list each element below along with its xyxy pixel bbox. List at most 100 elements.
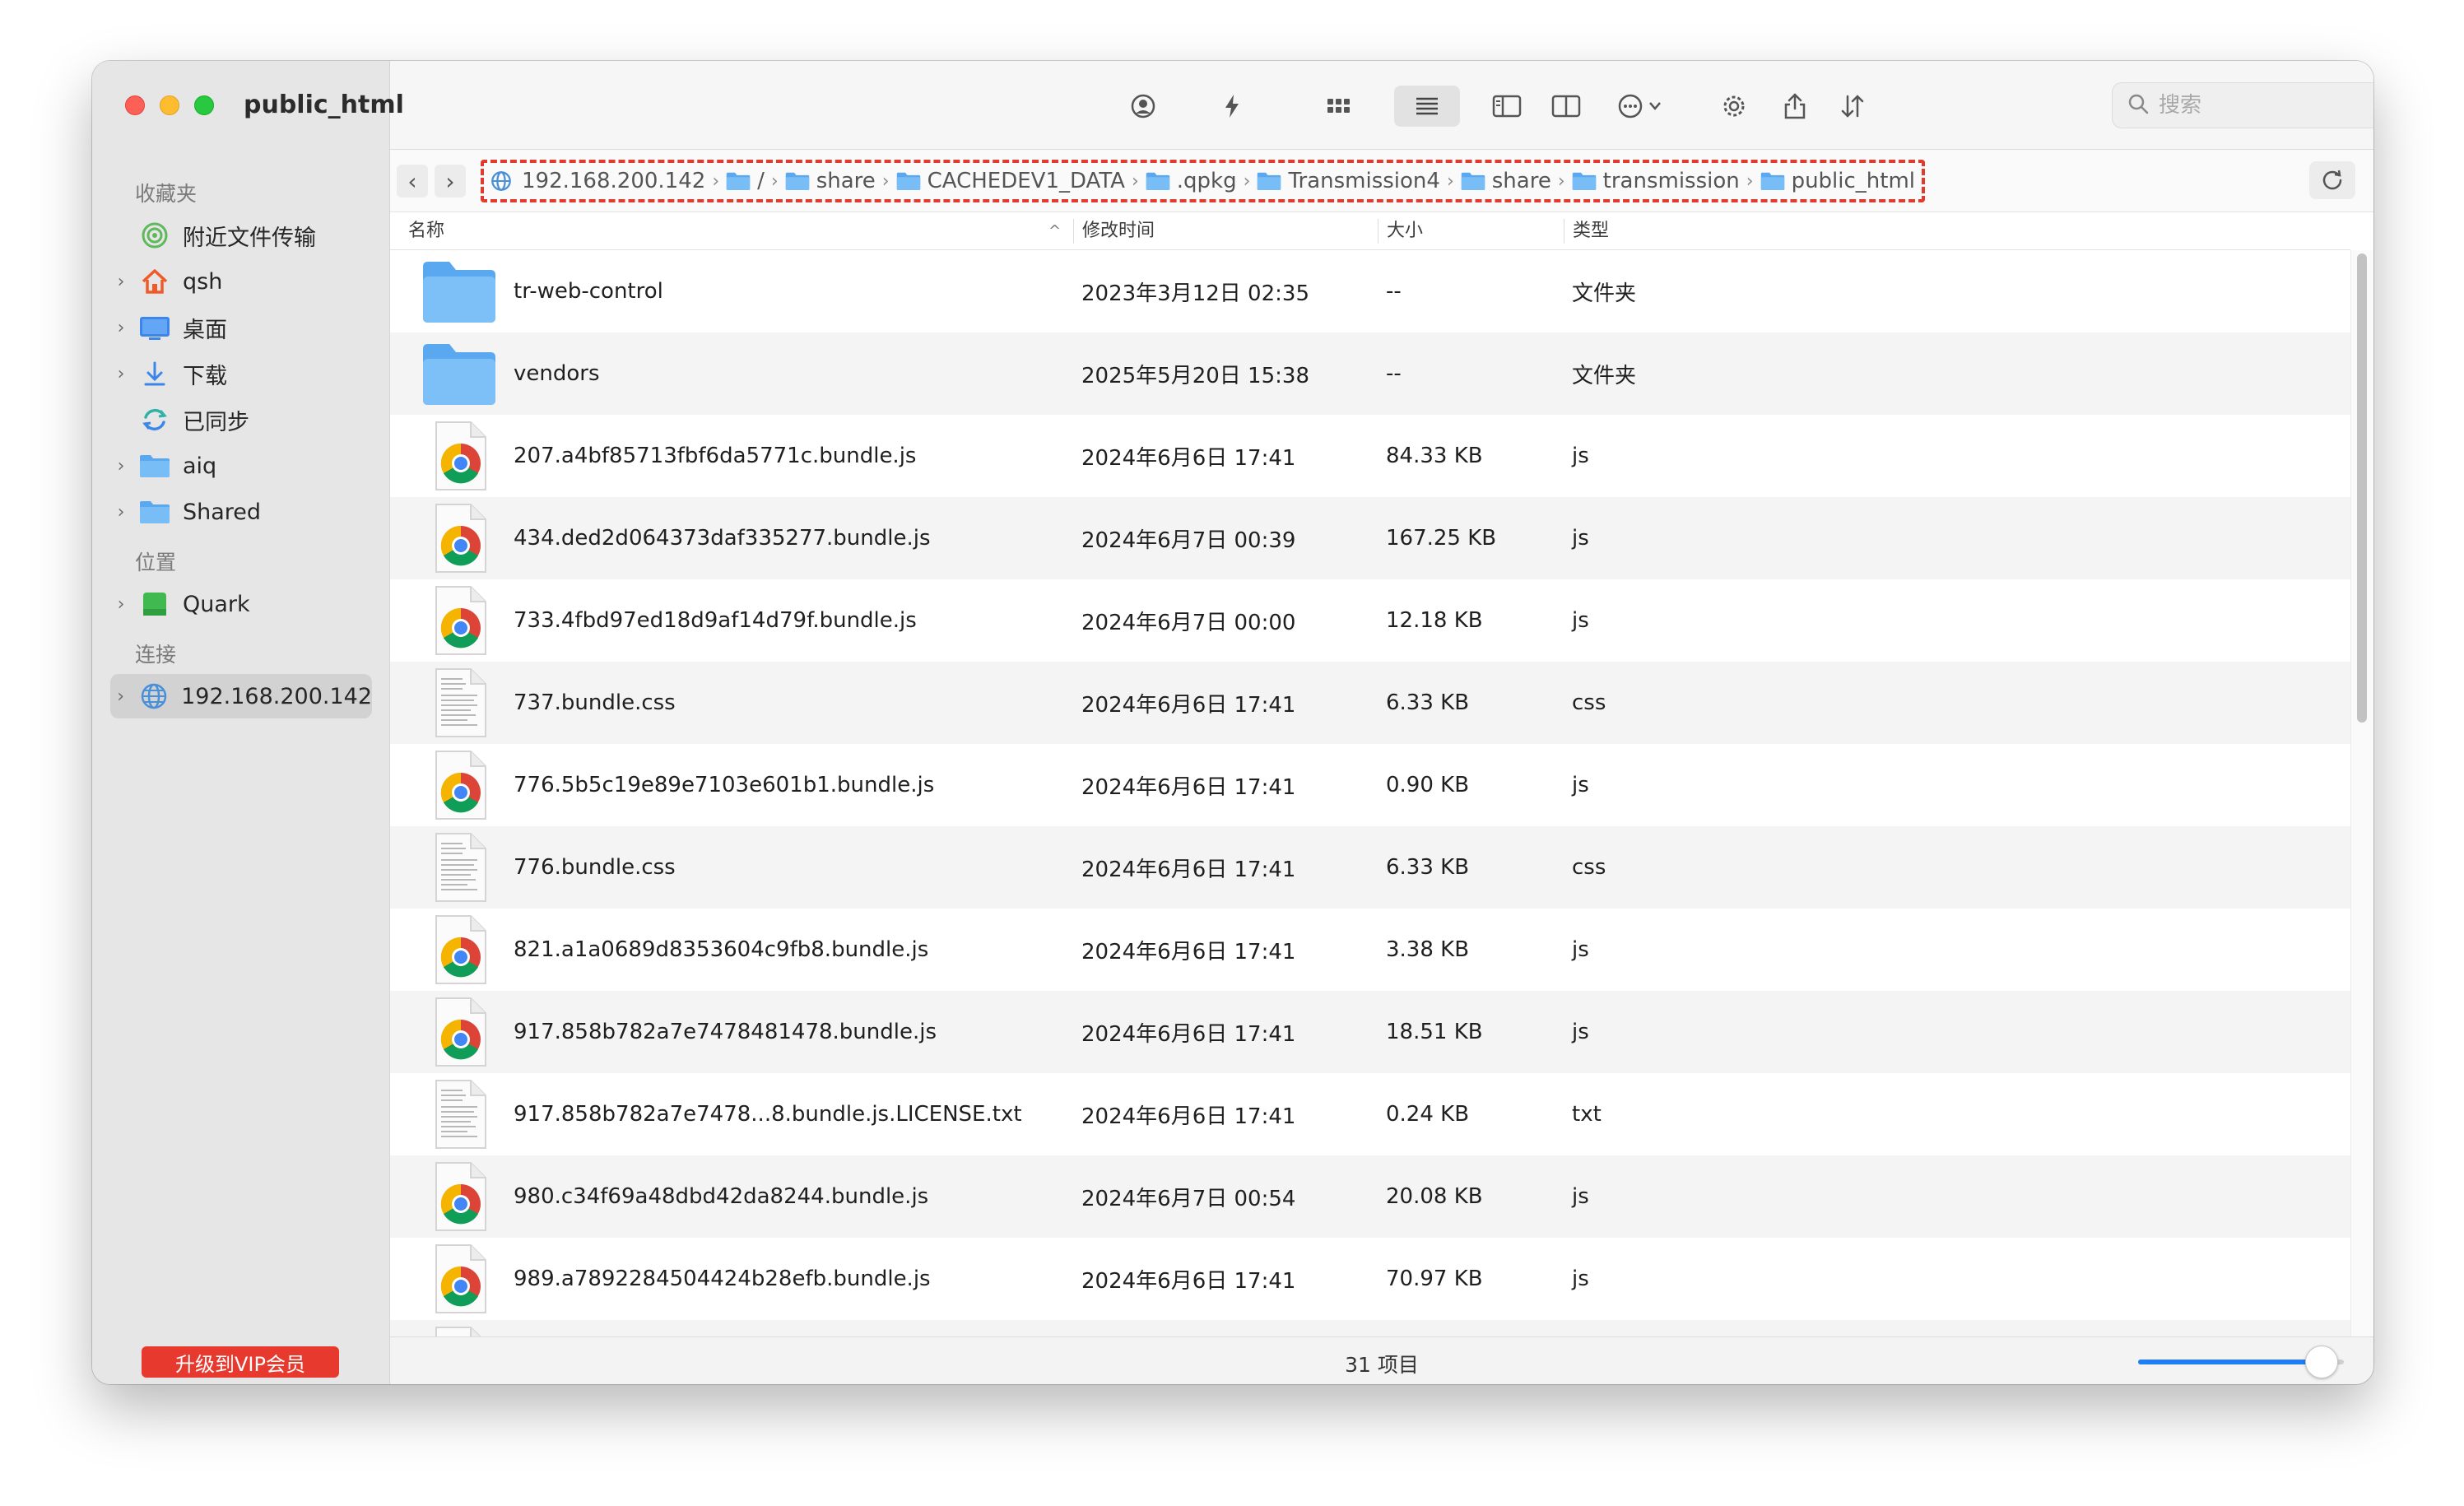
search-field[interactable]	[2112, 82, 2373, 128]
table-row[interactable]: tr-web-control 2023年3月12日 02:35 -- 文件夹	[390, 250, 2350, 332]
file-modified: 2024年6月6日 17:41	[1081, 1268, 1296, 1294]
icon-size-slider[interactable]	[2138, 1346, 2344, 1378]
file-list: tr-web-control 2023年3月12日 02:35 -- 文件夹 vendo…	[390, 250, 2350, 1336]
chevron-right-icon[interactable]: ›	[110, 686, 131, 707]
file-kind: js	[1572, 608, 1589, 633]
file-size: 70.97 KB	[1386, 1267, 1483, 1291]
chevron-right-icon[interactable]: ›	[110, 594, 132, 615]
breadcrumb-item[interactable]: 192.168.200.142 ›	[490, 169, 726, 193]
breadcrumb-item[interactable]: public_html	[1760, 169, 1915, 193]
breadcrumb-item[interactable]: transmission ›	[1572, 169, 1760, 193]
breadcrumb-item[interactable]: .qpkg ›	[1146, 169, 1258, 193]
search-input[interactable]	[2159, 93, 2373, 118]
breadcrumb-item[interactable]: share ›	[1461, 169, 1572, 193]
table-row[interactable]: 737.bundle.css 2024年6月6日 17:41 6.33 KB css	[390, 662, 2350, 744]
account-icon[interactable]	[1123, 86, 1164, 127]
column-view-icon[interactable]	[1486, 86, 1527, 127]
upgrade-vip-button[interactable]: 升级到VIP会员	[142, 1346, 339, 1378]
sidebar-item-synced[interactable]: 已同步	[110, 397, 372, 442]
share-icon[interactable]	[1774, 86, 1815, 127]
table-row[interactable]: 733.4fbd97ed18d9af14d79f.bundle.js 2024年6…	[390, 579, 2350, 662]
forward-button[interactable]: ›	[435, 165, 466, 198]
list-view-icon[interactable]	[1394, 86, 1460, 127]
table-row[interactable]: vendors 2025年5月20日 15:38 -- 文件夹	[390, 332, 2350, 415]
toolbar: public_html	[244, 61, 2373, 150]
column-kind[interactable]: 类型	[1564, 219, 1609, 244]
file-modified: 2023年3月12日 02:35	[1081, 281, 1309, 306]
sidebar-item-network-share[interactable]: › 192.168.200.142	[110, 674, 372, 718]
sidebar-item-airdrop[interactable]: 附近文件传输	[110, 213, 372, 258]
column-modified[interactable]: 修改时间	[1073, 219, 1155, 244]
zoom-button[interactable]	[194, 95, 214, 115]
chevron-right-icon[interactable]: ›	[110, 364, 132, 384]
sidebar-item-label: aiq	[183, 453, 217, 479]
sidebar-item-quark[interactable]: › Quark	[110, 582, 372, 626]
back-button[interactable]: ‹	[397, 165, 428, 198]
chevron-right-icon: ›	[1746, 170, 1754, 192]
sidebar-item-downloads[interactable]: › 下载	[110, 351, 372, 396]
icon-view-grid-icon[interactable]	[1318, 86, 1360, 127]
chevron-right-icon[interactable]: ›	[110, 502, 132, 523]
file-kind: js	[1572, 1267, 1589, 1291]
file-name: vendors	[514, 361, 600, 386]
minimize-button[interactable]	[160, 95, 179, 115]
sidebar-item-label: 附近文件传输	[183, 225, 316, 251]
sort-icon[interactable]	[1832, 86, 1873, 127]
sidebar-item-aiq[interactable]: › aiq	[110, 444, 372, 488]
file-name: 989.a7892284504424b28efb.bundle.js	[514, 1267, 931, 1291]
file-modified: 2024年6月6日 17:41	[1081, 939, 1296, 964]
table-row[interactable]	[390, 1320, 2350, 1336]
chevron-right-icon[interactable]: ›	[110, 272, 132, 292]
table-row[interactable]: 434.ded2d064373daf335277.bundle.js 2024年6…	[390, 497, 2350, 579]
search-icon	[2127, 93, 2149, 118]
scrollbar-thumb[interactable]	[2357, 253, 2367, 723]
file-size: 18.51 KB	[1386, 1020, 1483, 1044]
slider-knob[interactable]	[2304, 1346, 2338, 1378]
file-modified: 2024年6月7日 00:54	[1081, 1186, 1296, 1211]
sidebar-item-shared[interactable]: › Shared	[110, 490, 372, 534]
file-modified: 2024年6月6日 17:41	[1081, 445, 1296, 471]
table-row[interactable]: 980.c34f69a48dbd42da8244.bundle.js 2024年6…	[390, 1155, 2350, 1238]
chevron-right-icon[interactable]: ›	[110, 456, 132, 476]
sidebar-item-home[interactable]: › qsh	[110, 259, 372, 304]
breadcrumb-item[interactable]: Transmission4 ›	[1257, 169, 1460, 193]
file-size: 3.38 KB	[1386, 937, 1470, 962]
sidebar-item-desktop[interactable]: › 桌面	[110, 305, 372, 350]
chevron-right-icon[interactable]: ›	[110, 318, 132, 338]
column-name[interactable]: 名称	[408, 219, 444, 244]
breadcrumb-item[interactable]: / ›	[726, 169, 785, 193]
breadcrumb-item[interactable]: share ›	[785, 169, 896, 193]
column-size[interactable]: 大小	[1378, 219, 1423, 244]
table-row[interactable]: 917.858b782a7e7478...8.bundle.js.LICENSE…	[390, 1073, 2350, 1155]
close-button[interactable]	[125, 95, 145, 115]
file-name: 821.a1a0689d8353604c9fb8.bundle.js	[514, 937, 929, 962]
table-row[interactable]: 821.a1a0689d8353604c9fb8.bundle.js 2024年6…	[390, 909, 2350, 991]
file-name: 917.858b782a7e7478481478.bundle.js	[514, 1020, 937, 1044]
table-row[interactable]: 917.858b782a7e7478481478.bundle.js 2024年6…	[390, 991, 2350, 1073]
file-name: 207.a4bf85713fbf6da5771c.bundle.js	[514, 444, 917, 468]
table-row[interactable]: 776.bundle.css 2024年6月6日 17:41 6.33 KB css	[390, 826, 2350, 909]
more-actions-icon[interactable]	[1613, 86, 1679, 127]
lightning-icon[interactable]	[1211, 86, 1253, 127]
file-modified: 2025年5月20日 15:38	[1081, 363, 1309, 388]
window-title: public_html	[244, 91, 404, 119]
airdrop-icon	[138, 221, 171, 249]
gear-icon[interactable]	[1713, 86, 1755, 127]
file-name: 434.ded2d064373daf335277.bundle.js	[514, 526, 931, 551]
file-size: 167.25 KB	[1386, 526, 1497, 551]
file-name: 737.bundle.css	[514, 690, 676, 715]
table-row[interactable]: 207.a4bf85713fbf6da5771c.bundle.js 2024年6…	[390, 415, 2350, 497]
sidebar-item-label: 桌面	[183, 317, 227, 343]
file-size: 6.33 KB	[1386, 690, 1470, 715]
sidebar-section-locations: 位置	[135, 551, 177, 574]
folder-icon	[1760, 170, 1785, 192]
breadcrumb-item[interactable]: CACHEDEV1_DATA ›	[896, 169, 1146, 193]
sort-chevron-up-icon[interactable]: ^	[1048, 219, 1061, 244]
file-name: 733.4fbd97ed18d9af14d79f.bundle.js	[514, 608, 917, 633]
gallery-view-icon[interactable]	[1546, 86, 1587, 127]
table-row[interactable]: 776.5b5c19e89e7103e601b1.bundle.js 2024年6…	[390, 744, 2350, 826]
refresh-button[interactable]	[2309, 161, 2355, 199]
table-row[interactable]: 989.a7892284504424b28efb.bundle.js 2024年6…	[390, 1238, 2350, 1320]
status-bar: 31 项目	[390, 1336, 2373, 1384]
chrome-icon	[421, 1161, 497, 1232]
